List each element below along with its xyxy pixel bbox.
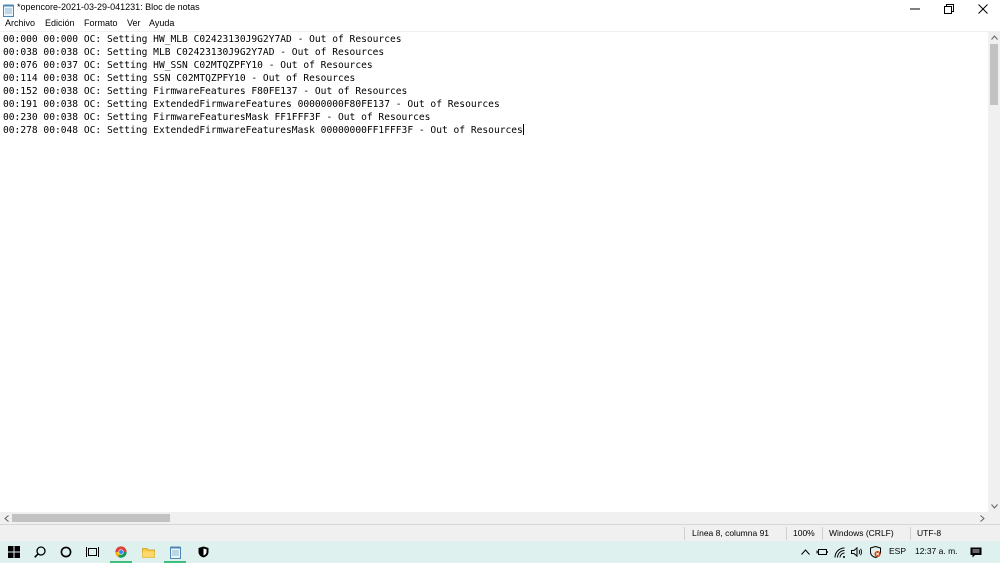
chevron-left-icon bbox=[3, 514, 9, 522]
defender-tray-button[interactable] bbox=[868, 541, 882, 563]
start-button[interactable] bbox=[4, 541, 24, 563]
cursor-position: Línea 8, columna 91 bbox=[692, 528, 770, 538]
horizontal-scroll-thumb[interactable] bbox=[12, 514, 170, 522]
notepad-icon bbox=[169, 546, 181, 559]
scroll-down-button[interactable] bbox=[988, 500, 1000, 512]
chevron-up-icon bbox=[990, 34, 998, 40]
windows-logo-icon bbox=[8, 546, 20, 558]
text-line: 00:152 00:038 OC: Setting FirmwareFeatur… bbox=[3, 86, 408, 97]
search-icon bbox=[34, 546, 46, 558]
status-bar: Línea 8, columna 91 100% Windows (CRLF) … bbox=[0, 524, 1000, 541]
network-tray-button[interactable] bbox=[833, 541, 847, 563]
shield-icon bbox=[198, 546, 208, 558]
security-taskbar-button[interactable] bbox=[192, 541, 214, 563]
task-view-icon bbox=[85, 547, 99, 557]
explorer-taskbar-button[interactable] bbox=[137, 541, 159, 563]
status-divider bbox=[786, 527, 787, 540]
notepad-icon bbox=[3, 2, 14, 17]
chevron-down-icon bbox=[990, 503, 998, 509]
battery-plug-icon bbox=[816, 549, 828, 555]
text-line: 00:038 00:038 OC: Setting MLB C02423130J… bbox=[3, 47, 385, 58]
zoom-level: 100% bbox=[793, 528, 815, 538]
volume-tray-button[interactable] bbox=[850, 541, 864, 563]
scroll-left-button[interactable] bbox=[0, 512, 12, 524]
minimize-icon bbox=[910, 8, 920, 9]
task-view-button[interactable] bbox=[82, 541, 102, 563]
text-line: 00:114 00:038 OC: Setting SSN C02MTQZPFY… bbox=[3, 73, 356, 84]
wifi-icon bbox=[834, 547, 845, 558]
text-line-last: 00:278 00:048 OC: Setting ExtendedFirmwa… bbox=[3, 124, 524, 137]
cortana-circle-icon bbox=[60, 546, 72, 558]
vertical-scrollbar[interactable] bbox=[988, 31, 1000, 512]
last-line-text: 00:278 00:048 OC: Setting ExtendedFirmwa… bbox=[3, 125, 523, 136]
scroll-up-button[interactable] bbox=[988, 31, 1000, 43]
clock[interactable]: 12:37 a. m. bbox=[915, 546, 958, 556]
status-divider bbox=[822, 527, 823, 540]
line-ending: Windows (CRLF) bbox=[829, 528, 894, 538]
text-line: 00:230 00:038 OC: Setting FirmwareFeatur… bbox=[3, 112, 431, 123]
scrollbar-corner bbox=[988, 512, 1000, 524]
scroll-right-button[interactable] bbox=[976, 512, 988, 524]
close-icon bbox=[978, 3, 988, 14]
menu-archivo[interactable]: Archivo bbox=[5, 18, 35, 28]
text-line: 00:191 00:038 OC: Setting ExtendedFirmwa… bbox=[3, 99, 500, 110]
title-bar: *opencore-2021-03-29-041231: Bloc de not… bbox=[0, 0, 1000, 17]
search-button[interactable] bbox=[30, 541, 50, 563]
action-center-button[interactable] bbox=[966, 541, 986, 563]
text-line: 00:000 00:000 OC: Setting HW_MLB C024231… bbox=[3, 34, 402, 45]
folder-icon bbox=[141, 547, 155, 558]
chrome-taskbar-button[interactable] bbox=[110, 541, 132, 563]
menu-formato[interactable]: Formato bbox=[84, 18, 118, 28]
menu-bar: Archivo Edición Formato Ver Ayuda bbox=[0, 17, 1000, 31]
encoding: UTF-8 bbox=[917, 528, 942, 538]
chevron-up-icon bbox=[800, 549, 810, 555]
status-divider bbox=[910, 527, 911, 540]
text-editor[interactable]: 00:000 00:000 OC: Setting HW_MLB C024231… bbox=[0, 31, 988, 512]
vertical-scroll-thumb[interactable] bbox=[990, 44, 998, 105]
show-hidden-icons-button[interactable] bbox=[798, 541, 812, 563]
restore-button[interactable] bbox=[932, 0, 966, 17]
restore-icon bbox=[944, 3, 954, 14]
status-divider bbox=[684, 527, 685, 540]
text-caret bbox=[522, 124, 524, 135]
minimize-button[interactable] bbox=[898, 0, 932, 17]
taskbar: ESP 12:37 a. m. bbox=[0, 541, 1000, 563]
menu-ayuda[interactable]: Ayuda bbox=[149, 18, 174, 28]
notepad-taskbar-button[interactable] bbox=[164, 541, 186, 563]
notification-icon bbox=[970, 547, 982, 557]
close-button[interactable] bbox=[966, 0, 1000, 17]
text-line: 00:076 00:037 OC: Setting HW_SSN C02MTQZ… bbox=[3, 60, 373, 71]
battery-tray-button[interactable] bbox=[815, 541, 829, 563]
window-title: *opencore-2021-03-29-041231: Bloc de not… bbox=[17, 2, 200, 12]
security-alert-icon bbox=[869, 546, 881, 558]
horizontal-scrollbar[interactable] bbox=[0, 512, 988, 524]
cortana-button[interactable] bbox=[56, 541, 76, 563]
input-language[interactable]: ESP bbox=[889, 546, 906, 556]
chrome-icon bbox=[115, 546, 127, 558]
speaker-icon bbox=[851, 547, 862, 557]
menu-edicion[interactable]: Edición bbox=[45, 18, 75, 28]
chevron-right-icon bbox=[979, 514, 985, 522]
menu-ver[interactable]: Ver bbox=[127, 18, 141, 28]
